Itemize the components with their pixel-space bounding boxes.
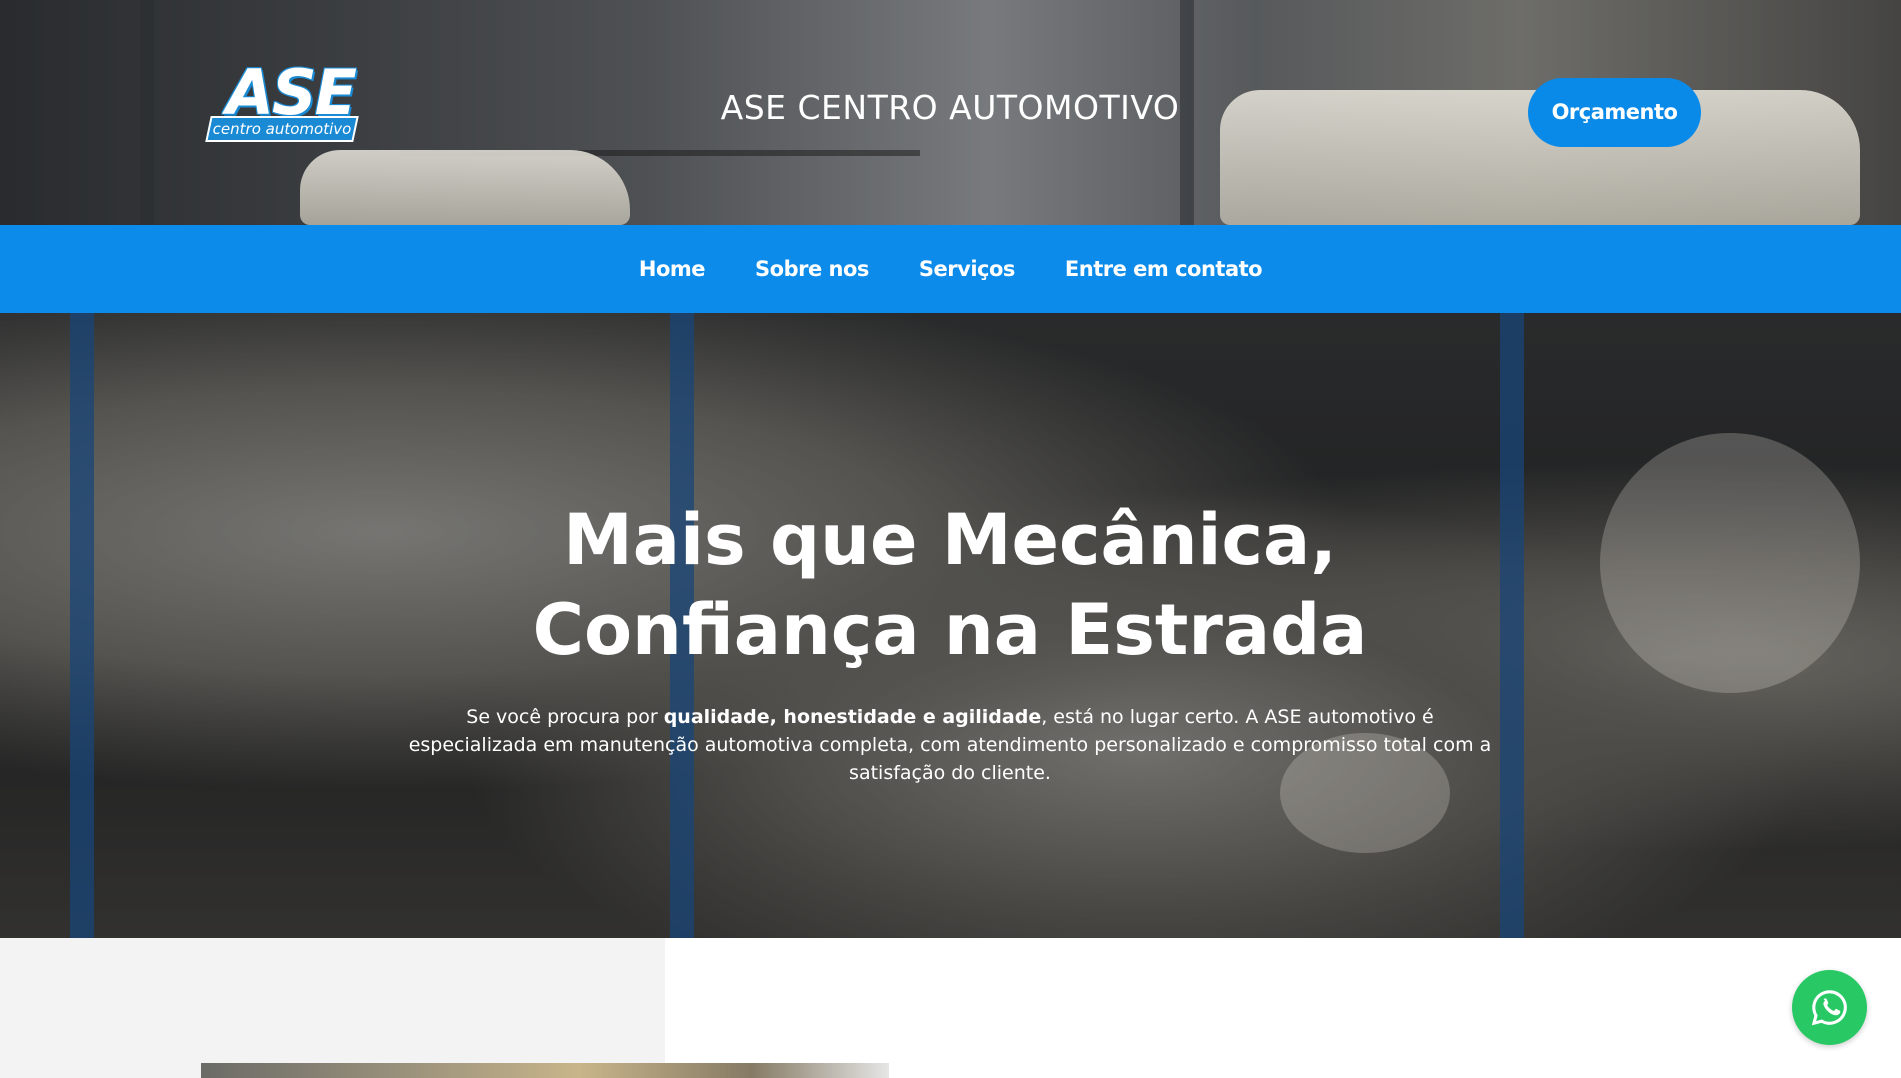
nav-item-servicos[interactable]: Serviços bbox=[919, 257, 1016, 281]
hero-title: Mais que Mecânica, Confiança na Estrada bbox=[350, 495, 1550, 675]
hero-title-line1: Mais que Mecânica, bbox=[563, 499, 1337, 581]
site-logo[interactable]: ASE centro automotivo bbox=[205, 60, 359, 146]
about-section-left-panel bbox=[0, 938, 665, 1078]
about-image-preview bbox=[201, 1063, 889, 1078]
hero-background-lift-post bbox=[70, 313, 94, 938]
whatsapp-button[interactable] bbox=[1792, 970, 1867, 1045]
about-section-right-panel bbox=[665, 938, 1901, 1078]
site-header: ASE centro automotivo ASE CENTRO AUTOMOT… bbox=[0, 0, 1901, 225]
nav-items: Home Sobre nos Serviços Entre em contato bbox=[0, 225, 1901, 313]
header-background-pillar bbox=[140, 0, 154, 225]
hero-section: Mais que Mecânica, Confiança na Estrada … bbox=[0, 313, 1901, 938]
whatsapp-icon bbox=[1811, 990, 1847, 1026]
nav-item-entre-em-contato[interactable]: Entre em contato bbox=[1065, 257, 1263, 281]
site-title: ASE CENTRO AUTOMOTIVO bbox=[720, 88, 1180, 127]
header-background-car bbox=[300, 150, 630, 225]
nav-item-sobre-nos[interactable]: Sobre nos bbox=[755, 257, 869, 281]
main-nav: Home Sobre nos Serviços Entre em contato bbox=[0, 225, 1901, 313]
orcamento-button[interactable]: Orçamento bbox=[1528, 78, 1701, 147]
logo-tagline: centro automotivo bbox=[212, 120, 352, 138]
hero-background-wheel bbox=[1600, 433, 1860, 693]
hero-text-prefix: Se você procura por bbox=[466, 706, 664, 728]
nav-item-home[interactable]: Home bbox=[639, 257, 706, 281]
hero-text-highlight: qualidade, honestidade e agilidade bbox=[663, 706, 1042, 728]
hero-title-line2: Confiança na Estrada bbox=[532, 589, 1368, 671]
hero-description: Se você procura por qualidade, honestida… bbox=[400, 703, 1500, 787]
logo-tagline-badge: centro automotivo bbox=[205, 116, 359, 142]
